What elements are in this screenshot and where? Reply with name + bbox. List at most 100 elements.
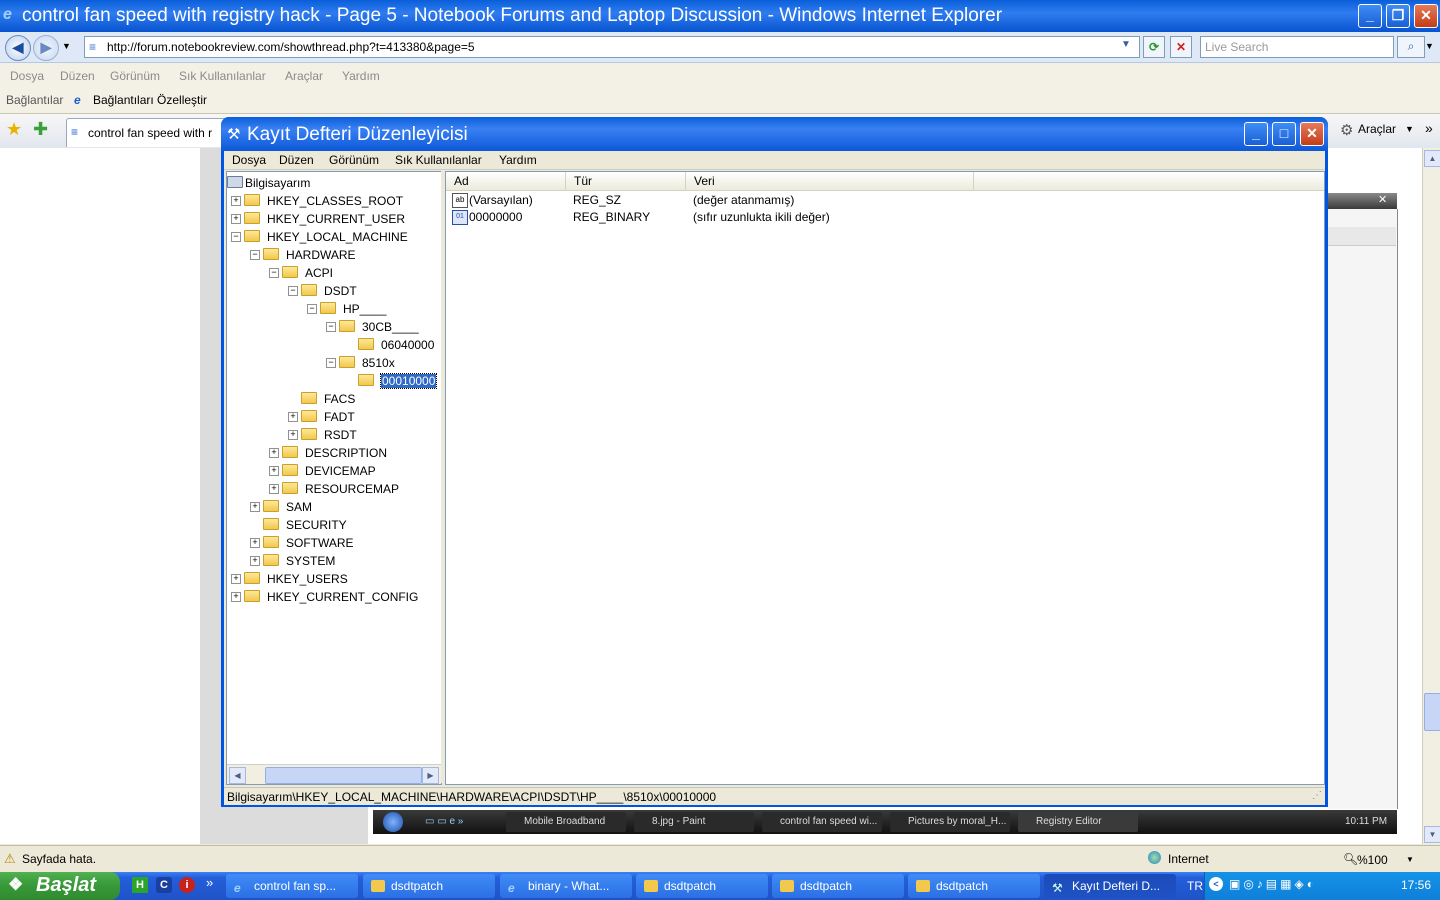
- regedit-menu-yardim[interactable]: Yardım: [499, 153, 537, 167]
- favorites-star-icon[interactable]: ★: [6, 119, 22, 140]
- folder-icon: [320, 302, 336, 314]
- scroll-up-icon[interactable]: ▲: [1424, 150, 1440, 167]
- taskbar-item-folder[interactable]: dsdtpatch: [636, 874, 768, 898]
- menu-yardim[interactable]: Yardım: [342, 69, 380, 83]
- warning-icon[interactable]: ⚠: [4, 851, 16, 867]
- search-options-icon[interactable]: ▼: [1425, 41, 1434, 51]
- tools-gear-icon[interactable]: ⚙: [1340, 121, 1353, 139]
- quicklaunch-c-icon[interactable]: C: [156, 877, 172, 893]
- add-favorites-icon[interactable]: ✚: [33, 119, 48, 140]
- start-button[interactable]: ❖ Başlat: [0, 872, 120, 900]
- forward-button[interactable]: ▶: [33, 35, 59, 61]
- tree-node-label: HKEY_LOCAL_MACHINE: [267, 230, 408, 244]
- expand-icon[interactable]: +: [269, 484, 279, 494]
- taskbar-item-ie[interactable]: e control fan sp...: [226, 874, 358, 898]
- collapse-icon[interactable]: −: [326, 358, 336, 368]
- taskbar-clock[interactable]: 17:56: [1401, 878, 1431, 892]
- tree-node-label: DESCRIPTION: [305, 446, 388, 460]
- quicklaunch-overflow-icon[interactable]: »: [206, 875, 213, 890]
- refresh-icon[interactable]: ⟳: [1143, 36, 1165, 58]
- zoom-dropdown-icon[interactable]: ▼: [1406, 855, 1414, 864]
- regedit-minimize-button[interactable]: _: [1244, 122, 1268, 146]
- search-input[interactable]: Live Search: [1200, 36, 1394, 58]
- regedit-menu-gorunum[interactable]: Görünüm: [329, 153, 379, 167]
- expand-icon[interactable]: +: [250, 538, 260, 548]
- stop-icon[interactable]: ✕: [1170, 36, 1192, 58]
- regedit-menu-bar: Dosya Düzen Görünüm Sık Kullanılanlar Ya…: [224, 151, 1325, 170]
- tools-menu-label[interactable]: Araçlar: [1358, 122, 1396, 136]
- regedit-menu-sik-kullanilanlar[interactable]: Sık Kullanılanlar: [395, 153, 482, 167]
- tray-icons[interactable]: ▣◎♪▤▦◈◐: [1229, 877, 1317, 891]
- expand-icon[interactable]: +: [269, 466, 279, 476]
- address-dropdown-icon[interactable]: ▼: [1121, 39, 1131, 50]
- toolbar-overflow-icon[interactable]: »: [1425, 120, 1433, 136]
- column-name-header[interactable]: Ad: [446, 172, 566, 190]
- expand-icon[interactable]: +: [231, 574, 241, 584]
- regedit-title-bar[interactable]: ⚒ Kayıt Defteri Düzenleyicisi _ □ ✕: [221, 117, 1328, 151]
- regedit-maximize-button[interactable]: □: [1272, 122, 1296, 146]
- back-button[interactable]: ◀: [5, 35, 31, 61]
- menu-duzen[interactable]: Düzen: [60, 69, 95, 83]
- search-icon[interactable]: ⌕: [1397, 36, 1425, 58]
- taskbar-item-regedit[interactable]: ⚒ Kayıt Defteri D...: [1044, 874, 1176, 898]
- collapse-icon[interactable]: −: [288, 286, 298, 296]
- regedit-menu-dosya[interactable]: Dosya: [232, 153, 266, 167]
- scroll-down-icon[interactable]: ▼: [1424, 826, 1440, 843]
- expand-icon[interactable]: +: [269, 448, 279, 458]
- column-type-header[interactable]: Tür: [566, 172, 686, 190]
- expand-icon[interactable]: +: [250, 556, 260, 566]
- collapse-icon[interactable]: −: [269, 268, 279, 278]
- zoom-icon[interactable]: 🔍︎: [1343, 852, 1358, 866]
- scroll-thumb[interactable]: [1424, 693, 1440, 731]
- menu-gorunum[interactable]: Görünüm: [110, 69, 160, 83]
- tools-dropdown-icon[interactable]: ▼: [1405, 124, 1414, 134]
- tree-horizontal-scrollbar[interactable]: ◀ ▶: [227, 764, 441, 784]
- registry-tree[interactable]: Bilgisayarım + HKEY_CLASSES_ROOT + HKEY_CURR…: [226, 171, 442, 785]
- restore-button[interactable]: ❐: [1386, 4, 1410, 28]
- column-data-header[interactable]: Veri: [686, 172, 974, 190]
- tree-scroll-thumb[interactable]: [265, 767, 422, 784]
- regedit-close-button[interactable]: ✕: [1300, 122, 1324, 146]
- expand-icon[interactable]: +: [250, 502, 260, 512]
- language-indicator[interactable]: TR: [1187, 879, 1203, 893]
- page-vertical-scrollbar[interactable]: ▲ ▼: [1422, 148, 1440, 844]
- values-list[interactable]: Ad Tür Veri ab (Varsayılan) REG_SZ (değe…: [445, 171, 1325, 785]
- close-button[interactable]: ✕: [1414, 4, 1438, 28]
- value-row[interactable]: ab (Varsayılan) REG_SZ (değer atanmamış): [446, 191, 1324, 208]
- collapse-icon[interactable]: −: [307, 304, 317, 314]
- menu-araclar[interactable]: Araçlar: [285, 69, 323, 83]
- address-bar[interactable]: ≡ http://forum.notebookreview.com/showth…: [84, 36, 1140, 58]
- zoom-level[interactable]: %100: [1357, 853, 1388, 867]
- links-customize[interactable]: Bağlantıları Özelleştir: [93, 93, 207, 107]
- ie-title-bar[interactable]: e control fan speed with registry hack -…: [0, 0, 1440, 32]
- collapse-icon[interactable]: −: [250, 250, 260, 260]
- tray-expand-icon[interactable]: <: [1209, 877, 1223, 891]
- collapse-icon[interactable]: −: [231, 232, 241, 242]
- status-text[interactable]: Sayfada hata.: [22, 852, 96, 866]
- regedit-menu-duzen[interactable]: Düzen: [279, 153, 314, 167]
- quicklaunch-app-icon[interactable]: H: [132, 877, 148, 893]
- tree-node-label: FADT: [324, 410, 355, 424]
- resize-grip-icon[interactable]: ⋰: [1312, 790, 1322, 801]
- expand-icon[interactable]: +: [231, 592, 241, 602]
- start-label: Başlat: [36, 874, 97, 896]
- history-dropdown-icon[interactable]: ▼: [62, 41, 71, 51]
- expand-icon[interactable]: +: [288, 412, 298, 422]
- expand-icon[interactable]: +: [288, 430, 298, 440]
- expand-icon[interactable]: +: [231, 214, 241, 224]
- quicklaunch-info-icon[interactable]: i: [179, 877, 195, 893]
- collapse-icon[interactable]: −: [326, 322, 336, 332]
- value-row[interactable]: 01 00000000 REG_BINARY (sıfır uzunlukta …: [446, 208, 1324, 225]
- tab-current[interactable]: ≡ control fan speed with r: [66, 118, 228, 147]
- taskbar-item-folder[interactable]: dsdtpatch: [772, 874, 904, 898]
- taskbar-item-ie[interactable]: e binary - What...: [500, 874, 632, 898]
- embedded-taskbar-image: ▭ ▭ e » Mobile Broadband 8.jpg - Paint c…: [373, 810, 1397, 834]
- expand-icon[interactable]: +: [231, 196, 241, 206]
- menu-dosya[interactable]: Dosya: [10, 69, 44, 83]
- scroll-right-icon[interactable]: ▶: [422, 767, 439, 784]
- menu-sik-kullanilanlar[interactable]: Sık Kullanılanlar: [179, 69, 266, 83]
- taskbar-item-folder[interactable]: dsdtpatch: [908, 874, 1040, 898]
- taskbar-item-folder[interactable]: dsdtpatch: [363, 874, 495, 898]
- minimize-button[interactable]: _: [1358, 4, 1382, 28]
- scroll-left-icon[interactable]: ◀: [229, 767, 246, 784]
